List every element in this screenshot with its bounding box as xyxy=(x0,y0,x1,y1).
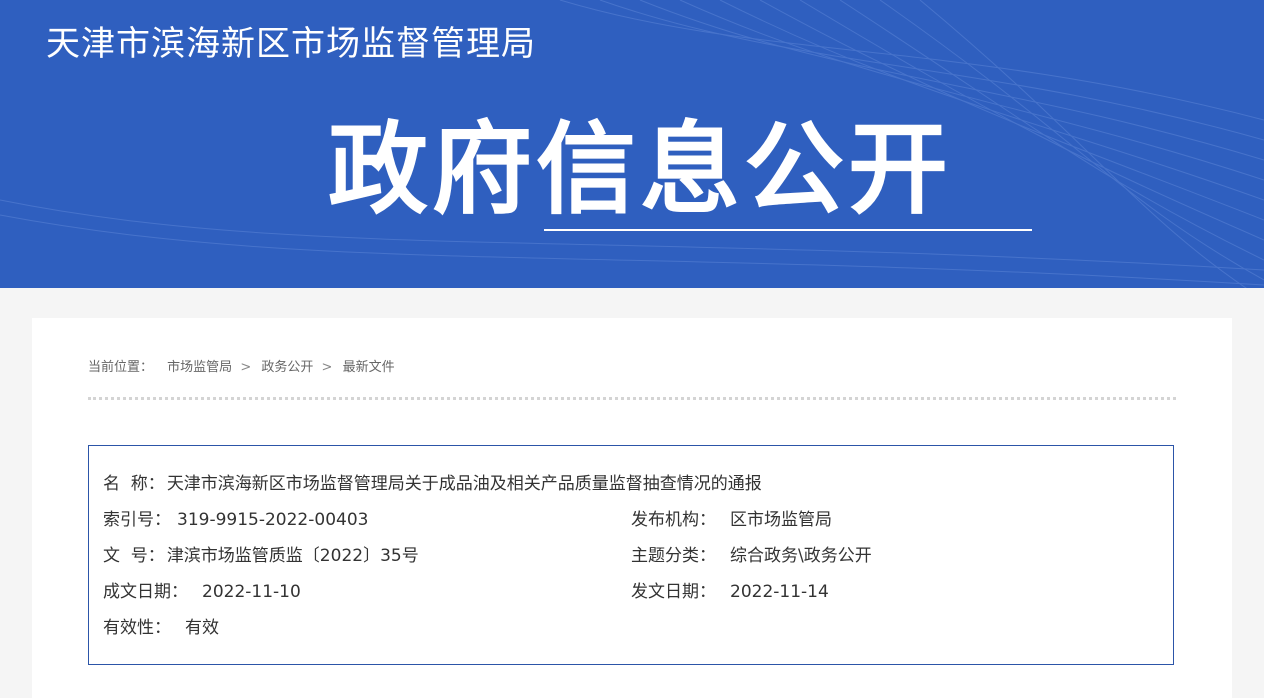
breadcrumb: 当前位置： 市场监管局 > 政务公开 > 最新文件 xyxy=(88,356,395,375)
breadcrumb-label: 当前位置： xyxy=(88,360,154,375)
header-banner: 天津市滨海新区市场监督管理局 政府信息公开 xyxy=(0,0,1264,288)
title-underline xyxy=(544,229,1032,231)
created-value: 2022-11-10 xyxy=(202,582,301,602)
info-published-row: 发文日期： 2022-11-14 xyxy=(631,580,829,604)
info-topic-row: 主题分类： 综合政务\政务公开 xyxy=(631,544,872,568)
content-panel: 当前位置： 市场监管局 > 政务公开 > 最新文件 名 称： 天津市滨海新区市场监… xyxy=(32,318,1232,698)
created-label: 成文日期： xyxy=(103,582,188,602)
banner-title: 政府信息公开 xyxy=(328,111,952,228)
doc-no-label: 文 号： xyxy=(103,546,165,566)
published-label: 发文日期： xyxy=(631,582,716,602)
info-created-row: 成文日期： 2022-11-10 xyxy=(103,580,301,604)
site-name[interactable]: 天津市滨海新区市场监督管理局 xyxy=(46,22,536,66)
published-value: 2022-11-14 xyxy=(730,582,829,602)
breadcrumb-item-gov-affairs[interactable]: 政务公开 xyxy=(261,356,313,375)
index-label: 索引号： xyxy=(103,510,171,530)
publisher-value: 区市场监管局 xyxy=(730,510,832,530)
validity-label: 有效性： xyxy=(103,618,171,638)
breadcrumb-separator: > xyxy=(240,360,252,375)
topic-label: 主题分类： xyxy=(631,546,716,566)
info-validity-row: 有效性： 有效 xyxy=(103,616,219,640)
name-value: 天津市滨海新区市场监督管理局关于成品油及相关产品质量监督抽查情况的通报 xyxy=(166,474,762,494)
info-docno-row: 文 号： 津滨市场监管质监〔2022〕35号 xyxy=(103,544,419,568)
publisher-label: 发布机构： xyxy=(631,510,716,530)
breadcrumb-item-market-bureau[interactable]: 市场监管局 xyxy=(167,356,232,375)
validity-value: 有效 xyxy=(185,618,219,638)
index-value: 319-9915-2022-00403 xyxy=(177,510,369,530)
doc-no-value: 津滨市场监管质监〔2022〕35号 xyxy=(166,546,419,566)
info-index-row: 索引号： 319-9915-2022-00403 xyxy=(103,508,368,532)
breadcrumb-divider xyxy=(88,397,1176,400)
breadcrumb-item-latest-docs[interactable]: 最新文件 xyxy=(343,356,395,375)
info-name-row: 名 称： 天津市滨海新区市场监督管理局关于成品油及相关产品质量监督抽查情况的通报 xyxy=(103,472,762,496)
name-label: 名 称： xyxy=(103,474,165,494)
breadcrumb-separator: > xyxy=(321,360,333,375)
info-publisher-row: 发布机构： 区市场监管局 xyxy=(631,508,832,532)
topic-value: 综合政务\政务公开 xyxy=(730,546,872,566)
document-info-box: 名 称： 天津市滨海新区市场监督管理局关于成品油及相关产品质量监督抽查情况的通报 … xyxy=(88,445,1174,665)
